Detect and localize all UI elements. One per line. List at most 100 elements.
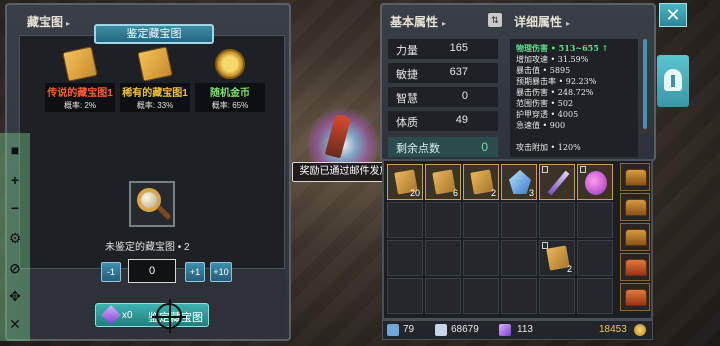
inventory-slot-empty[interactable] — [425, 240, 461, 276]
appraise-button[interactable]: x0 鉴定藏宝图 — [95, 303, 209, 327]
detail-line: 范围伤害 • 502 — [516, 99, 574, 108]
inventory-slot-empty[interactable] — [425, 278, 461, 314]
treasure-map-icon — [62, 46, 98, 82]
detail-attributes-title: 详细属性 ▸ — [514, 15, 571, 29]
reward-name: 稀有的藏宝图1 — [120, 83, 190, 100]
chest-tab[interactable] — [620, 253, 650, 281]
detail-line: 护甲穿透 • 4005 — [516, 110, 579, 119]
inventory-slot[interactable]: 20 — [387, 164, 423, 200]
gems-count: 113 — [517, 324, 533, 335]
inventory-slot[interactable]: 2 — [539, 240, 575, 276]
qty-plus10-button[interactable]: +10 — [210, 262, 232, 282]
lock-tag-icon — [580, 166, 586, 173]
game-scene: 藏宝图 ▸ 鉴定藏宝图 传说的藏宝图1 概率: 2% 稀有的藏宝图1 概率: 33… — [0, 0, 720, 346]
detail-line: 攻击附加 • 120% — [516, 143, 581, 152]
tab-appraise-map[interactable]: 鉴定藏宝图 — [94, 24, 214, 44]
chest-tab[interactable] — [620, 223, 650, 251]
reward-legendary-map[interactable]: 传说的藏宝图1 概率: 2% — [45, 46, 115, 112]
chest-icon — [625, 169, 647, 186]
stat-constitution: 体质 49 — [388, 111, 498, 131]
reward-probability: 概率: 2% — [45, 100, 115, 112]
inventory-slot-empty[interactable] — [463, 240, 499, 276]
inventory-slot-empty[interactable] — [425, 202, 461, 238]
zoom-out-icon[interactable]: − — [6, 199, 24, 217]
inventory-slot-empty[interactable] — [463, 202, 499, 238]
detail-attributes-list[interactable]: 物理伤害 • 513~655 ↑ 增加攻速 • 31.59% 暴击值 • 589… — [510, 39, 638, 157]
close-button[interactable]: ✕ — [659, 3, 687, 27]
inventory-slot[interactable] — [577, 164, 613, 200]
item-qty: 6 — [452, 188, 458, 198]
attributes-panel: 基本属性 ▸ ⇅ 详细属性 ▸ 力量 165 敏捷 637 智慧 0 体质 49 剩余点数 0… — [380, 3, 656, 161]
gem-cost: x0 — [122, 310, 133, 321]
inventory-slot-empty[interactable] — [577, 202, 613, 238]
inventory-slot-empty[interactable] — [501, 202, 537, 238]
item-qty: 20 — [409, 188, 420, 198]
close-icon[interactable]: ✕ — [6, 315, 24, 333]
equipment-helmet-button[interactable] — [657, 55, 689, 107]
stat-agility: 敏捷 637 — [388, 63, 498, 83]
reward-probability: 概率: 33% — [120, 100, 190, 112]
detail-line — [516, 131, 632, 142]
magnifier-handle — [156, 205, 172, 220]
inventory-slot-empty[interactable] — [539, 278, 575, 314]
inventory-slot-empty[interactable] — [463, 278, 499, 314]
inventory-slot-empty[interactable] — [501, 240, 537, 276]
inventory-slot-empty[interactable] — [577, 240, 613, 276]
inventory-slot[interactable]: 2 — [463, 164, 499, 200]
lock-tag-icon — [542, 166, 548, 173]
item-qty: 2 — [566, 264, 572, 274]
stop-icon[interactable]: ■ — [6, 141, 24, 159]
reward-name: 传说的藏宝图1 — [45, 83, 115, 100]
detail-line: 物理伤害 • 513~655 ↑ — [516, 43, 609, 53]
qty-input[interactable]: 0 — [128, 259, 176, 283]
left-toolbar: ■ + − ⚙ ⊘ ✥ ✕ — [0, 133, 30, 341]
chest-icon — [625, 229, 647, 246]
basic-attributes-title: 基本属性 ▸ — [390, 15, 447, 29]
shells-count: 68679 — [451, 324, 479, 335]
item-qty: 3 — [528, 188, 534, 198]
helmet-icon — [664, 69, 682, 91]
inventory-slot-empty[interactable] — [577, 278, 613, 314]
inventory-slot-empty[interactable] — [387, 202, 423, 238]
arrows-icon — [387, 324, 399, 336]
treasure-map-icon — [137, 46, 173, 82]
chest-icon — [625, 259, 647, 276]
stat-strength: 力量 165 — [388, 39, 498, 59]
move-icon[interactable]: ✥ — [6, 287, 24, 305]
reward-rare-map[interactable]: 稀有的藏宝图1 概率: 33% — [120, 46, 190, 112]
inventory-slot[interactable]: 6 — [425, 164, 461, 200]
gold-coin-icon — [215, 49, 245, 79]
inventory-slot[interactable] — [539, 164, 575, 200]
purple-sword-icon — [547, 170, 570, 196]
unappraised-count-label: 未鉴定的藏宝图 • 2 — [105, 242, 190, 253]
chest-icon — [625, 289, 647, 306]
chest-tab[interactable] — [620, 163, 650, 191]
detail-scrollbar[interactable] — [643, 39, 647, 129]
inventory-slot-empty[interactable] — [539, 202, 575, 238]
chest-tab[interactable] — [620, 283, 650, 311]
sort-icon[interactable]: ⇅ — [488, 13, 502, 27]
qty-minus-button[interactable]: -1 — [101, 262, 121, 282]
inventory-slot-empty[interactable] — [387, 240, 423, 276]
reward-name: 随机金币 — [195, 83, 265, 100]
eye-off-icon[interactable]: ⊘ — [6, 259, 24, 277]
qty-plus1-button[interactable]: +1 — [185, 262, 205, 282]
zoom-in-icon[interactable]: + — [6, 171, 24, 189]
detail-line: 暴击伤害 • 248.72% — [516, 88, 594, 97]
chest-icon — [625, 199, 647, 216]
settings-gear-icon[interactable]: ⚙ — [6, 229, 24, 247]
inventory-slot-empty[interactable] — [501, 278, 537, 314]
item-qty: 2 — [490, 188, 496, 198]
crosshair-cursor-icon — [152, 299, 186, 333]
detail-line: 增加攻速 • 31.59% — [516, 55, 589, 64]
detail-line: 暴击值 • 5895 — [516, 66, 571, 75]
panel-title: 藏宝图 ▸ — [27, 15, 71, 29]
currency-bar: 79 68679 113 18453 — [382, 320, 653, 340]
inventory-slot[interactable]: 3 — [501, 164, 537, 200]
reward-random-gold[interactable]: 随机金币 概率: 65% — [195, 49, 265, 112]
inventory-slot-empty[interactable] — [387, 278, 423, 314]
purple-gem-icon — [499, 324, 511, 336]
unappraised-map-slot[interactable] — [129, 181, 175, 227]
inventory-grid: 20 6 2 3 2 — [382, 159, 653, 320]
chest-tab[interactable] — [620, 193, 650, 221]
